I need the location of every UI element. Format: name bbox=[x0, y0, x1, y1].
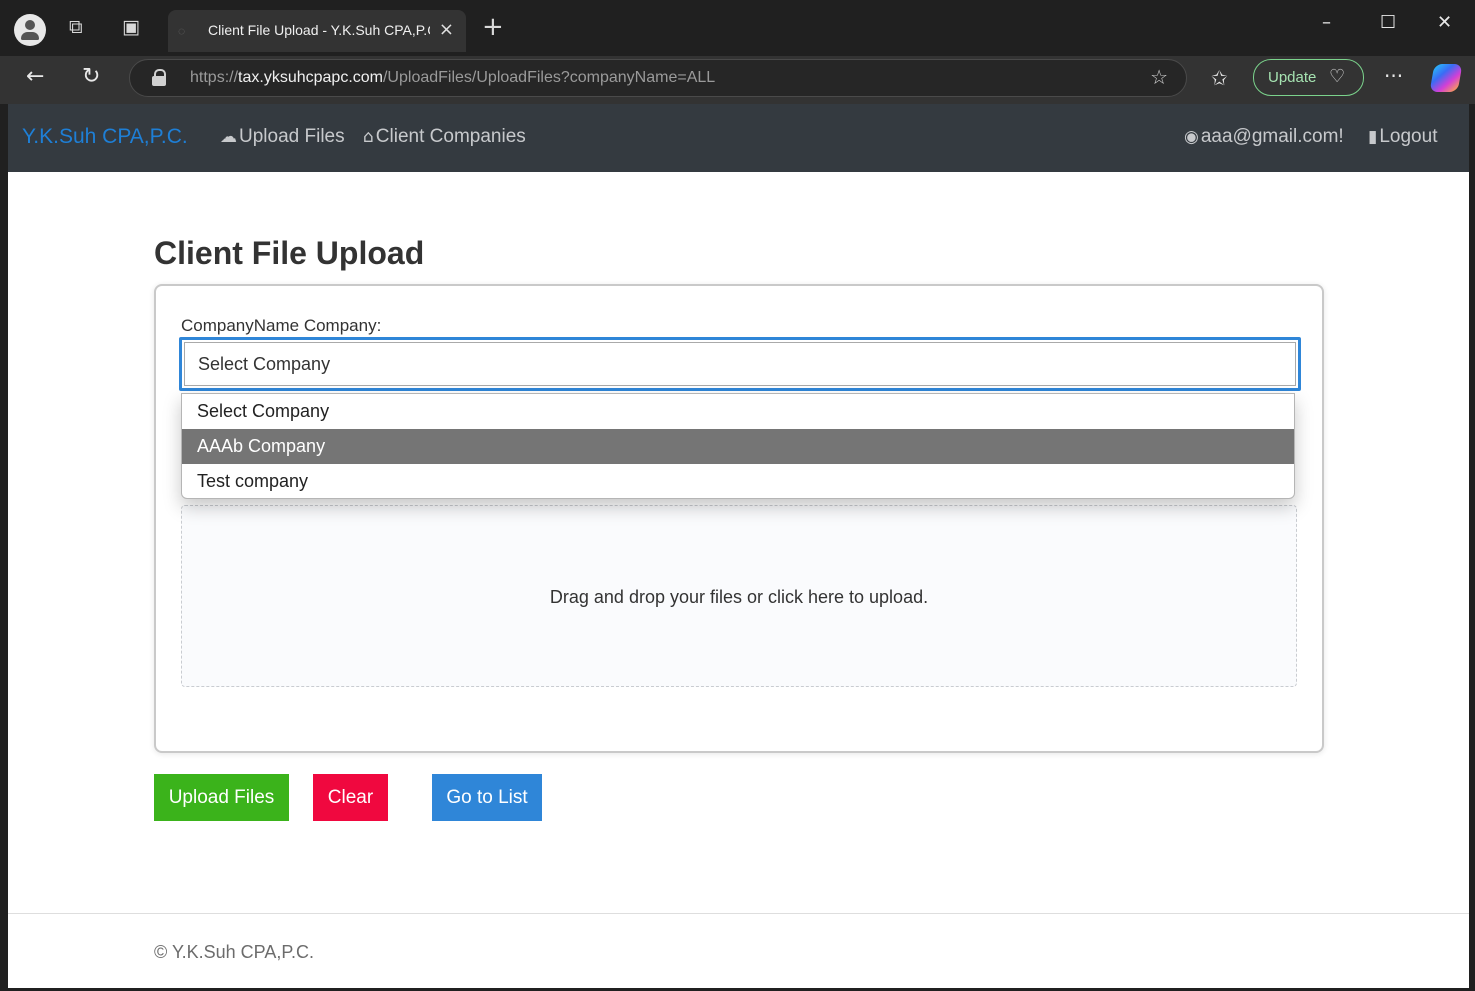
vertical-tabs-icon[interactable]: ▣ bbox=[122, 16, 140, 38]
file-dropzone[interactable]: Drag and drop your files or click here t… bbox=[181, 505, 1297, 687]
dropdown-option[interactable]: Select Company bbox=[182, 394, 1294, 429]
browser-tab-active[interactable]: ◌ Client File Upload - Y.K.Suh CPA,P.C. … bbox=[168, 10, 466, 52]
heart-pulse-icon: ♡ bbox=[1329, 66, 1346, 87]
building-icon: ⌂ bbox=[363, 127, 374, 147]
lock-icon[interactable] bbox=[152, 69, 166, 86]
new-tab-plus-icon[interactable]: + bbox=[482, 14, 504, 40]
url-text[interactable]: https://tax.yksuhcpapc.com/UploadFiles/U… bbox=[190, 69, 715, 87]
update-button[interactable]: Update ♡ bbox=[1253, 59, 1364, 96]
tab-title: Client File Upload - Y.K.Suh CPA,P.C. bbox=[208, 22, 430, 38]
minimize-icon[interactable]: – bbox=[1322, 12, 1331, 33]
go-to-list-button[interactable]: Go to List bbox=[432, 774, 542, 821]
tab-favicon-icon: ◌ bbox=[178, 24, 186, 38]
company-label: CompanyName Company: bbox=[181, 316, 382, 335]
workspaces-icon[interactable]: ⧉ bbox=[69, 16, 83, 38]
close-tab-icon[interactable]: × bbox=[439, 19, 454, 40]
back-arrow-icon[interactable]: ← bbox=[26, 64, 44, 89]
favorites-icon[interactable]: ✩ bbox=[1211, 66, 1228, 90]
dropzone-text: Drag and drop your files or click here t… bbox=[549, 587, 929, 607]
profile-icon[interactable] bbox=[14, 14, 46, 46]
nav-client-companies[interactable]: ⌂ Client Companies bbox=[363, 126, 526, 148]
company-select[interactable]: Select Company bbox=[179, 337, 1301, 391]
copilot-icon[interactable] bbox=[1429, 64, 1463, 92]
dropdown-option[interactable]: Test company bbox=[182, 464, 1294, 498]
user-circle-icon: ◉ bbox=[1184, 127, 1199, 147]
site-navbar: Y.K.Suh CPA,P.C. ☁ Upload Files ⌂ Client C… bbox=[8, 104, 1469, 172]
footer-copyright: © Y.K.Suh CPA,P.C. bbox=[154, 942, 315, 962]
company-dropdown-list: Select Company AAAb Company Test company bbox=[181, 393, 1295, 499]
maximize-icon[interactable]: ☐ bbox=[1380, 12, 1396, 33]
address-bar[interactable]: https://tax.yksuhcpapc.com/UploadFiles/U… bbox=[129, 59, 1187, 97]
update-label: Update bbox=[1268, 69, 1317, 86]
more-icon[interactable]: ··· bbox=[1384, 64, 1403, 88]
footer-divider bbox=[8, 913, 1469, 914]
site-brand[interactable]: Y.K.Suh CPA,P.C. bbox=[22, 125, 188, 149]
browser-tab-strip: ⧉ ▣ ◌ Client File Upload - Y.K.Suh CPA,P… bbox=[0, 0, 1475, 56]
dropdown-option-selected[interactable]: AAAb Company bbox=[182, 429, 1294, 464]
page-title: Client File Upload bbox=[154, 235, 425, 271]
star-icon[interactable]: ☆ bbox=[1150, 65, 1168, 89]
select-inner-border bbox=[184, 342, 1296, 386]
nav-user-account[interactable]: ◉ aaa@gmail.com! bbox=[1184, 126, 1344, 148]
refresh-icon[interactable]: ↻ bbox=[82, 64, 100, 89]
door-icon: ▮ bbox=[1368, 127, 1378, 147]
window-close-icon[interactable]: ✕ bbox=[1437, 12, 1452, 33]
web-viewport: Y.K.Suh CPA,P.C. ☁ Upload Files ⌂ Client C… bbox=[8, 104, 1469, 988]
cloud-upload-icon: ☁ bbox=[220, 127, 237, 147]
company-select-value: Select Company bbox=[198, 354, 331, 374]
browser-toolbar: ← ↻ https://tax.yksuhcpapc.com/UploadFil… bbox=[0, 56, 1475, 104]
nav-upload-files[interactable]: ☁ Upload Files bbox=[220, 126, 345, 148]
nav-logout[interactable]: ▮ Logout bbox=[1368, 126, 1437, 148]
clear-button[interactable]: Clear bbox=[313, 774, 388, 821]
upload-files-button[interactable]: Upload Files bbox=[154, 774, 289, 821]
